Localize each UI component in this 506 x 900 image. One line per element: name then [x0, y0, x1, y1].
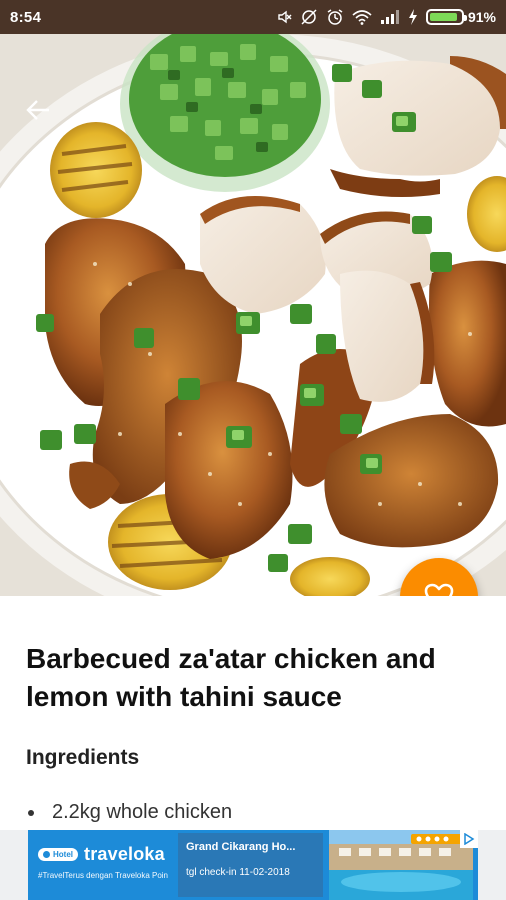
ingredients-heading: Ingredients — [26, 746, 140, 769]
recipe-hero-image — [0, 34, 506, 596]
ad-brand: Hotel traveloka #TravelTerus dengan Trav… — [28, 830, 178, 900]
ad-hotel-name: Grand Cikarang Ho... — [186, 841, 296, 853]
recipe-title: Barbecued za'atar chicken and lemon with… — [26, 643, 436, 712]
back-button[interactable] — [18, 94, 58, 126]
ad-brand-name: traveloka — [84, 844, 165, 864]
ad-badge: Hotel — [53, 850, 73, 859]
status-bar: 8:54 91% — [0, 0, 506, 34]
ad-checkin: tgl check-in 11-02-2018 — [186, 867, 290, 878]
battery-percent: 91% — [467, 9, 496, 25]
mute-icon — [276, 9, 292, 25]
status-icons: 91% — [276, 9, 496, 25]
battery-level-fill — [429, 13, 458, 21]
status-time: 8:54 — [10, 8, 42, 26]
ad-choices-icon[interactable] — [460, 830, 478, 848]
signal-icon — [380, 9, 400, 25]
list-item: 2.2kg whole chicken — [28, 801, 232, 824]
ad-banner[interactable]: Hotel traveloka #TravelTerus dengan Trav… — [28, 830, 478, 900]
ingredient-list: 2.2kg whole chicken — [28, 801, 232, 824]
bullet-icon — [28, 809, 34, 816]
alarm-icon — [326, 9, 344, 25]
barbecued-chicken-photo — [0, 34, 506, 596]
ingredient-text: 2.2kg whole chicken — [52, 801, 233, 823]
recipe-content: Barbecued za'atar chicken and lemon with… — [0, 596, 506, 830]
ad-logo: Hotel — [38, 848, 78, 861]
wifi-icon — [352, 9, 372, 25]
ad-area: Hotel traveloka #TravelTerus dengan Trav… — [0, 830, 506, 900]
arrow-back-icon — [26, 100, 49, 120]
ad-hotel-photo — [329, 830, 478, 900]
ad-tagline: #TravelTerus dengan Traveloka Poin — [38, 871, 168, 880]
ad-hotel-panel: Grand Cikarang Ho... tgl check-in 11-02-… — [178, 833, 323, 897]
alarm-off-icon — [300, 9, 318, 25]
hotel-badge-icon — [43, 851, 50, 858]
battery-icon — [425, 9, 467, 25]
battery-indicator: 91% — [425, 9, 496, 25]
charging-icon — [408, 9, 418, 25]
